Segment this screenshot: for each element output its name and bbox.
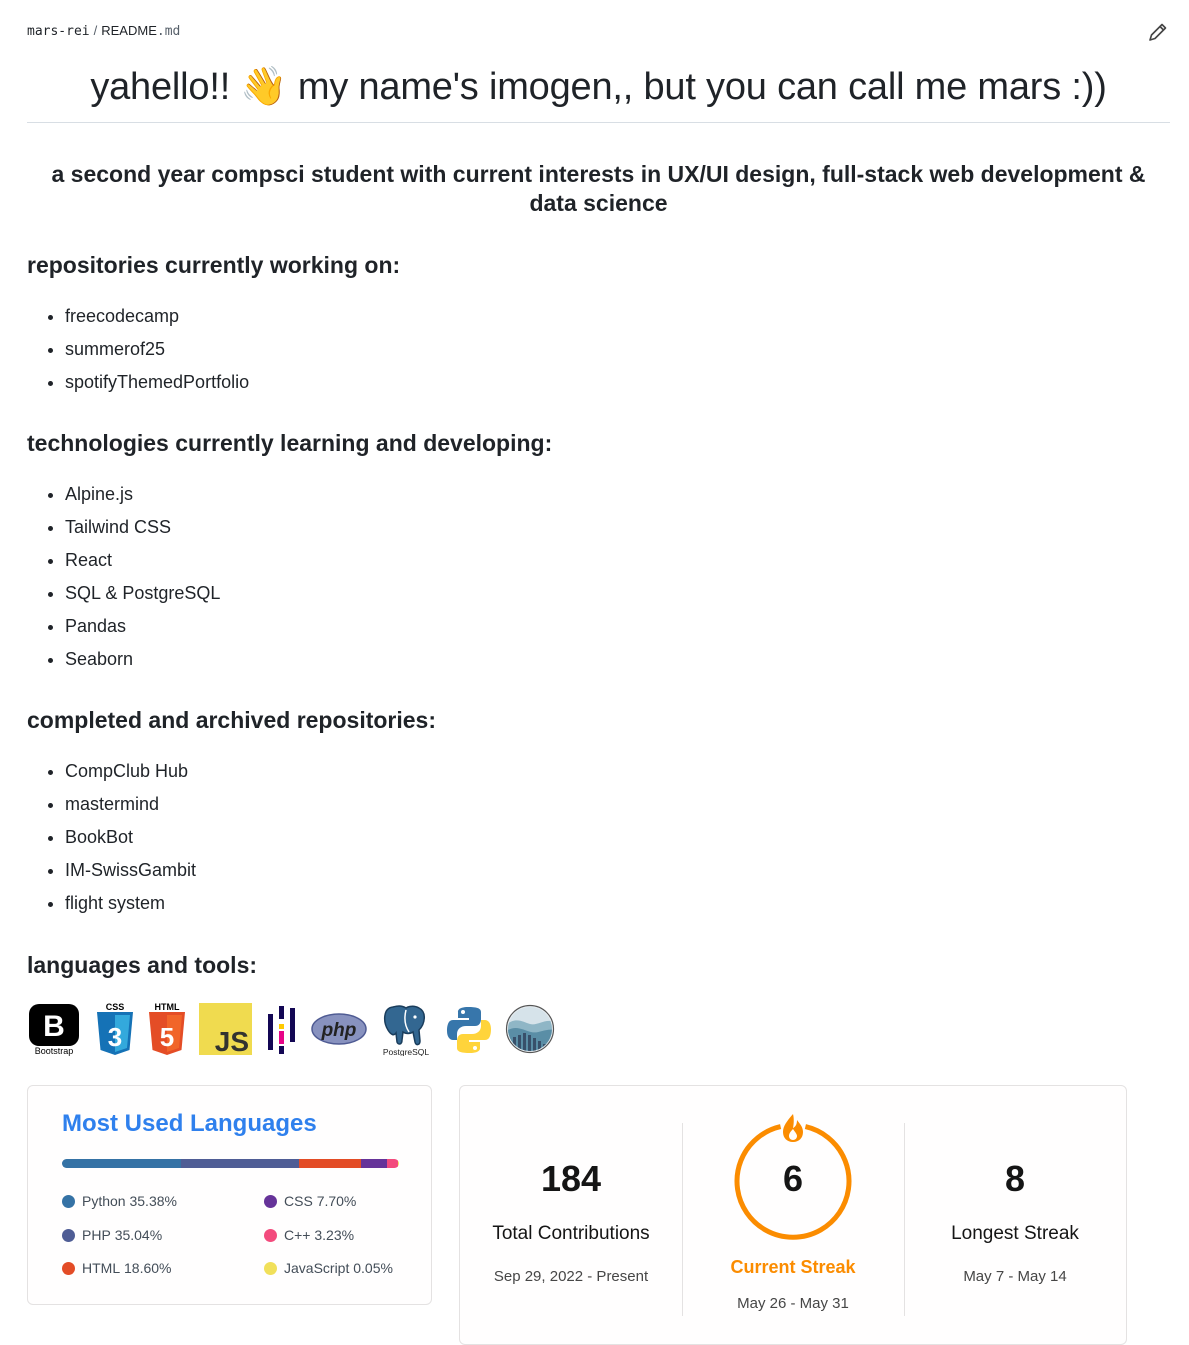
svg-text:PostgreSQL: PostgreSQL bbox=[383, 1047, 430, 1056]
language-bar-segment bbox=[298, 1159, 362, 1168]
svg-text:CSS: CSS bbox=[106, 1002, 125, 1012]
list-item: Seaborn bbox=[65, 646, 220, 679]
longest-streak-range: May 7 - May 14 bbox=[963, 1268, 1067, 1285]
list-item: freecodecamp bbox=[65, 303, 249, 336]
edit-file-button[interactable] bbox=[1146, 20, 1170, 44]
current-streak-range: May 26 - May 31 bbox=[737, 1295, 849, 1312]
list-item: SQL & PostgreSQL bbox=[65, 580, 220, 613]
php-icon: php bbox=[311, 1013, 367, 1045]
tools-logo-row: B Bootstrap CSS 3 HTML 5 JS php PostgreS… bbox=[27, 1002, 567, 1056]
language-percent: 35.38% bbox=[129, 1193, 177, 1209]
list-item: Tailwind CSS bbox=[65, 514, 220, 547]
javascript-icon: JS bbox=[199, 1003, 252, 1056]
language-legend-item: HTML 18.60% bbox=[62, 1260, 172, 1276]
javascript-color-dot bbox=[264, 1261, 277, 1275]
total-contributions-range: Sep 29, 2022 - Present bbox=[493, 1268, 649, 1285]
language-percent: 3.23% bbox=[314, 1227, 355, 1243]
svg-text:php: php bbox=[321, 1020, 357, 1041]
file-name: README bbox=[101, 23, 157, 38]
language-legend-item: JavaScript 0.05% bbox=[264, 1260, 393, 1276]
list-completed: CompClub Hub mastermind BookBot IM-Swiss… bbox=[27, 758, 196, 923]
section-heading-completed: completed and archived repositories: bbox=[27, 707, 437, 733]
language-name: PHP bbox=[82, 1227, 111, 1243]
language-bar-segment bbox=[397, 1159, 399, 1168]
github-streak-card: 184 Total Contributions Sep 29, 2022 - P… bbox=[459, 1085, 1127, 1345]
section-heading-tools: languages and tools: bbox=[27, 952, 258, 978]
language-legend-item: CSS 7.70% bbox=[264, 1193, 356, 1209]
svg-text:B: B bbox=[43, 1010, 65, 1043]
current-streak-value: 6 bbox=[782, 1158, 804, 1199]
list-item: IM-SwissGambit bbox=[65, 857, 196, 890]
php-color-dot bbox=[62, 1228, 75, 1242]
pencil-icon bbox=[1149, 23, 1167, 41]
total-contributions-label: Total Contributions bbox=[492, 1223, 650, 1244]
language-bar-segment bbox=[62, 1159, 181, 1168]
list-item: spotifyThemedPortfolio bbox=[65, 369, 249, 402]
total-contributions-value: 184 bbox=[540, 1158, 602, 1199]
language-legend-item: PHP 35.04% bbox=[62, 1227, 162, 1243]
most-used-languages-card: Most Used Languages Python 35.38% PHP 35… bbox=[27, 1085, 432, 1305]
bootstrap-icon: B Bootstrap bbox=[29, 1004, 79, 1056]
postgresql-icon: PostgreSQL bbox=[383, 1005, 430, 1056]
html5-icon: HTML 5 bbox=[149, 1002, 185, 1055]
file-extension: .md bbox=[156, 24, 181, 39]
longest-streak-label: Longest Streak bbox=[951, 1223, 1079, 1244]
repo-owner-link[interactable]: mars-rei bbox=[27, 24, 90, 39]
language-percent: 0.05% bbox=[353, 1260, 393, 1276]
list-learning: Alpine.js Tailwind CSS React SQL & Postg… bbox=[27, 481, 220, 679]
language-percent: 7.70% bbox=[316, 1193, 357, 1209]
section-heading-learning: technologies currently learning and deve… bbox=[27, 430, 553, 456]
language-percent: 18.60% bbox=[124, 1260, 172, 1276]
list-item: CompClub Hub bbox=[65, 758, 196, 791]
fire-icon bbox=[783, 1114, 803, 1142]
svg-text:3: 3 bbox=[108, 1022, 122, 1052]
list-item: flight system bbox=[65, 890, 196, 923]
python-color-dot bbox=[62, 1194, 75, 1208]
language-name: JavaScript bbox=[284, 1260, 350, 1276]
cpp-color-dot bbox=[264, 1228, 277, 1242]
css3-icon: CSS 3 bbox=[97, 1002, 133, 1055]
svg-text:5: 5 bbox=[160, 1022, 174, 1052]
language-legend-item: C++ 3.23% bbox=[264, 1227, 354, 1243]
list-item: BookBot bbox=[65, 824, 196, 857]
language-name: CSS bbox=[284, 1193, 313, 1209]
language-name: Python bbox=[82, 1193, 126, 1209]
language-name: HTML bbox=[82, 1260, 121, 1276]
css-color-dot bbox=[264, 1194, 277, 1208]
language-bar-segment bbox=[387, 1159, 398, 1168]
list-item: mastermind bbox=[65, 791, 196, 824]
language-percent: 35.04% bbox=[114, 1227, 163, 1243]
breadcrumb: mars-rei / README.md bbox=[27, 23, 180, 39]
stat-divider bbox=[682, 1123, 683, 1316]
list-item: Pandas bbox=[65, 613, 220, 646]
svg-text:Bootstrap: Bootstrap bbox=[35, 1046, 74, 1056]
language-bar-segment bbox=[180, 1159, 299, 1168]
language-bar-segment bbox=[361, 1159, 388, 1168]
languages-progress-bar bbox=[62, 1159, 399, 1168]
stat-divider bbox=[904, 1123, 905, 1316]
seaborn-icon bbox=[505, 1004, 555, 1054]
python-icon bbox=[447, 1007, 491, 1053]
svg-text:JS: JS bbox=[215, 1026, 249, 1056]
languages-card-title: Most Used Languages bbox=[62, 1110, 317, 1137]
list-working: freecodecamp summerof25 spotifyThemedPor… bbox=[27, 303, 249, 402]
page-title: yahello!! 👋 my name's imogen,, but you c… bbox=[27, 64, 1170, 123]
svg-text:HTML: HTML bbox=[155, 1002, 180, 1012]
current-streak-label: Current Streak bbox=[730, 1257, 856, 1277]
pandas-icon bbox=[268, 1006, 295, 1054]
breadcrumb-separator: / bbox=[93, 23, 98, 38]
intro-subtitle: a second year compsci student with curre… bbox=[51, 161, 1146, 216]
language-name: C++ bbox=[284, 1227, 311, 1243]
html-color-dot bbox=[62, 1261, 75, 1275]
longest-streak-value: 8 bbox=[1004, 1158, 1026, 1199]
language-legend-item: Python 35.38% bbox=[62, 1193, 177, 1209]
list-item: summerof25 bbox=[65, 336, 249, 369]
section-heading-working: repositories currently working on: bbox=[27, 252, 401, 278]
list-item: Alpine.js bbox=[65, 481, 220, 514]
list-item: React bbox=[65, 547, 220, 580]
